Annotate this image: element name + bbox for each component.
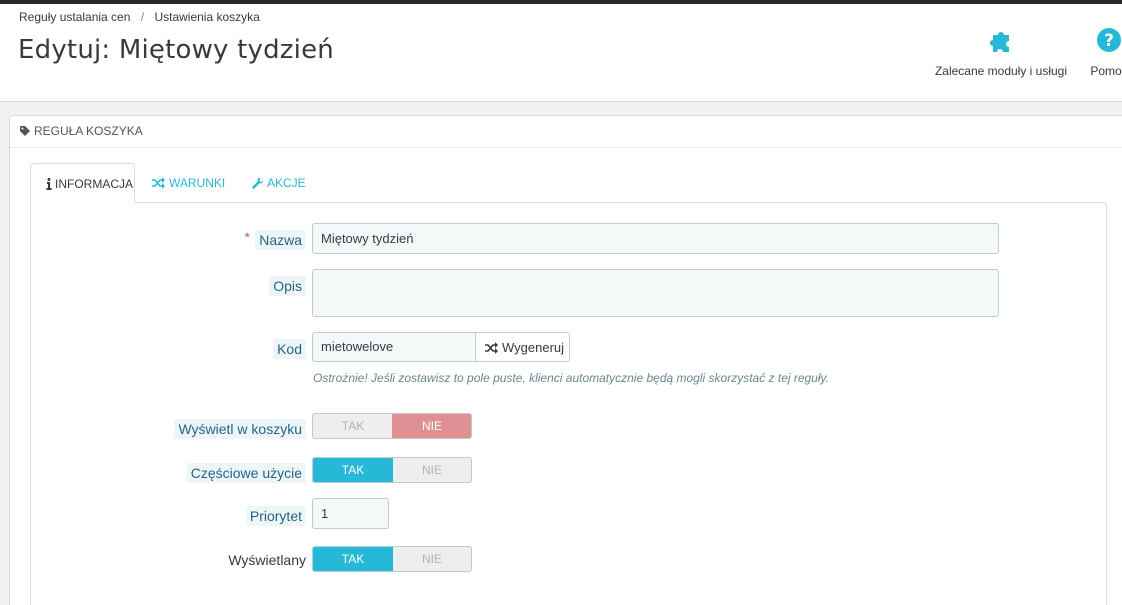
tab-information[interactable]: INFORMACJA [30, 163, 135, 203]
active-label: Wyświetlany [228, 552, 306, 568]
question-icon: ? [1097, 28, 1121, 52]
active-no[interactable]: NIE [392, 547, 471, 571]
partial-use-no[interactable]: NIE [392, 458, 471, 482]
page-header: Reguły ustalania cen / Ustawienia koszyk… [0, 4, 1122, 102]
show-in-cart-yes[interactable]: TAK [313, 414, 393, 438]
tab-information-label: INFORMACJA [55, 177, 133, 191]
partial-use-yes[interactable]: TAK [313, 458, 393, 482]
breadcrumb-item-cart-rules[interactable]: Ustawienia koszyka [154, 10, 259, 24]
shuffle-icon [152, 177, 165, 189]
recommended-modules-label: Zalecane moduły i usługi [934, 64, 1068, 78]
page-title: Edytuj: Miętowy tydzień [18, 35, 334, 65]
generate-code-label: Wygeneruj [502, 340, 565, 355]
partial-use-label: Częściowe użycie [186, 463, 306, 483]
description-textarea[interactable] [312, 269, 999, 317]
help-label: Pomoc [1090, 64, 1122, 78]
active-switch[interactable]: TAK NIE [312, 546, 472, 572]
partial-use-switch[interactable]: TAK NIE [312, 457, 472, 483]
active-yes[interactable]: TAK [313, 547, 393, 571]
information-tab-content: * Nazwa Miętowy tydzień Opis Kod mietowe… [30, 202, 1107, 605]
breadcrumb: Reguły ustalania cen / Ustawienia koszyk… [19, 10, 260, 24]
puzzle-icon [990, 32, 1009, 52]
cart-rule-panel: REGUŁA KOSZYKA INFORMACJA WARUNKI AKCJE … [9, 115, 1122, 605]
code-label: Kod [273, 339, 306, 359]
show-in-cart-no[interactable]: NIE [392, 414, 471, 438]
tag-icon [20, 126, 30, 136]
tab-actions[interactable]: AKCJE [242, 163, 312, 203]
tab-conditions-label: WARUNKI [169, 176, 226, 190]
required-marker: * [244, 229, 250, 245]
breadcrumb-item-price-rules[interactable]: Reguły ustalania cen [19, 10, 130, 24]
code-input[interactable]: mietowelove [312, 332, 476, 362]
svg-text:?: ? [1104, 31, 1114, 51]
name-label: Nazwa [255, 230, 306, 250]
panel-heading-text: REGUŁA KOSZYKA [34, 124, 143, 138]
shuffle-icon [485, 342, 498, 354]
priority-input[interactable]: 1 [312, 498, 389, 529]
show-in-cart-switch[interactable]: TAK NIE [312, 413, 472, 439]
name-input[interactable]: Miętowy tydzień [312, 223, 999, 254]
breadcrumb-separator: / [140, 10, 145, 24]
code-help-text: Ostrożnie! Jeśli zostawisz to pole puste… [313, 371, 829, 385]
description-label: Opis [269, 276, 306, 296]
tab-actions-label: AKCJE [267, 176, 306, 190]
info-icon [46, 178, 52, 190]
priority-label: Priorytet [245, 506, 306, 526]
panel-heading: REGUŁA KOSZYKA [10, 116, 1122, 148]
recommended-modules-button[interactable]: Zalecane moduły i usługi [930, 26, 1072, 78]
help-button[interactable]: ? Pomoc [1084, 26, 1122, 78]
wrench-icon [252, 177, 264, 189]
generate-code-button[interactable]: Wygeneruj [475, 332, 570, 362]
show-in-cart-label: Wyświetl w koszyku [174, 419, 306, 439]
tab-conditions[interactable]: WARUNKI [142, 163, 232, 203]
